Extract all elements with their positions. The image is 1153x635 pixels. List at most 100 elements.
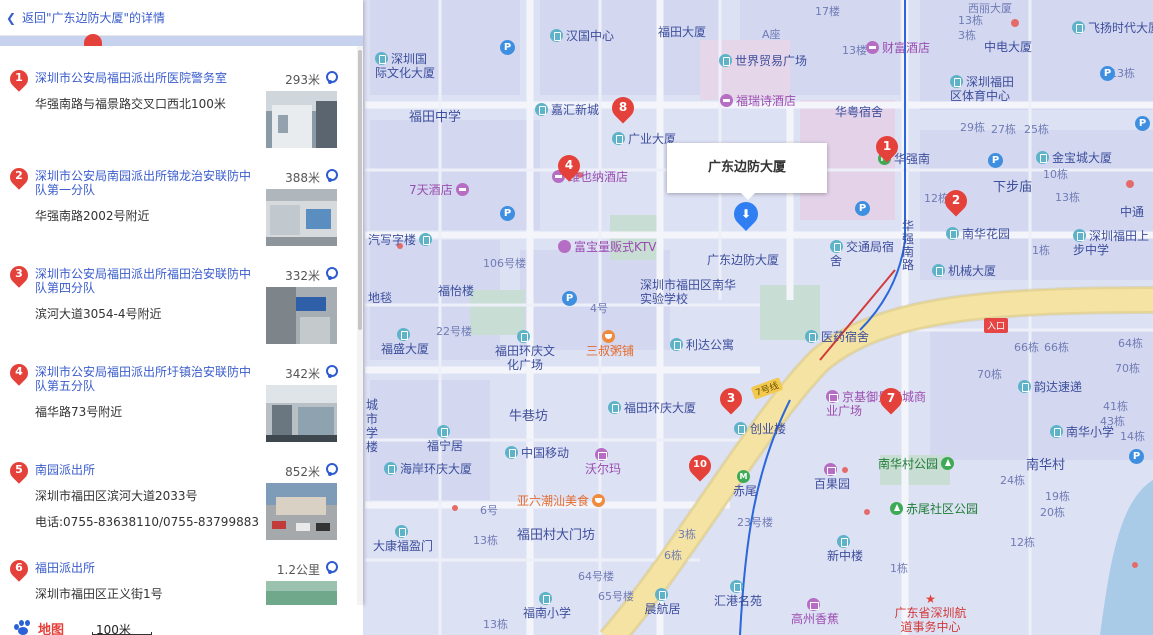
poi-huanqing-plaza[interactable]: 福田环庆文化广场 bbox=[495, 330, 555, 372]
poi-chiwei-station[interactable]: 赤尾 bbox=[730, 470, 760, 498]
poi-nanhua-garden[interactable]: 南华花园 bbox=[946, 227, 1010, 241]
poi-chiwei-park[interactable]: 赤尾社区公园 bbox=[890, 502, 978, 516]
poi-jinbaocheng[interactable]: 金宝城大厦 bbox=[1036, 151, 1116, 165]
poi-haian-huanqing[interactable]: 海岸环庆大厦 bbox=[384, 462, 472, 476]
poi-huigang[interactable]: 汇港名苑 bbox=[708, 580, 768, 608]
poi-nanhuacun[interactable]: 南华村 bbox=[1026, 459, 1065, 473]
poi-yiyao[interactable]: 医药宿舍 bbox=[805, 330, 869, 344]
poi-fuyi[interactable]: 福怡楼 bbox=[438, 284, 474, 298]
poi-feiyang[interactable]: 飞扬时代大厦 bbox=[1072, 21, 1153, 35]
result-title[interactable]: 福田派出所 bbox=[35, 561, 257, 575]
poi-chuangye[interactable]: 创业楼 bbox=[734, 422, 786, 436]
poi-funing[interactable]: 福宁居 bbox=[420, 425, 470, 453]
parking-icon[interactable]: P bbox=[1129, 449, 1144, 464]
selected-location-pin[interactable]: ⬇ bbox=[729, 197, 763, 234]
baidu-map-logo[interactable]: 地图 bbox=[0, 617, 90, 635]
poi-huayue[interactable]: 华粤宿舍 bbox=[835, 105, 883, 119]
poi-xinzhong[interactable]: 新中楼 bbox=[825, 535, 865, 563]
poi-jiahui[interactable]: 嘉汇新城 bbox=[535, 103, 599, 117]
poi-chenhang[interactable]: 晨航居 bbox=[640, 588, 685, 616]
parking-icon[interactable]: P bbox=[500, 206, 515, 221]
poi-nanhua-school[interactable]: 深圳市福田区南华实验学校 bbox=[640, 278, 740, 306]
poi-futiancun-damen[interactable]: 福田村大门坊 bbox=[517, 529, 595, 543]
poi-jingji-yujing[interactable]: 京基御景华城商业广场 bbox=[826, 390, 926, 418]
result-item-5[interactable]: 5 南园派出所 852米 深圳市福田区滨河大道2033号 电话:0755-836… bbox=[0, 438, 356, 540]
poi-zhongdian[interactable]: 中电大厦 bbox=[984, 40, 1032, 54]
poi-gaozhou-banana[interactable]: 高州香蕉 bbox=[785, 598, 845, 626]
poi-guangdong-bianfang[interactable]: 广东边防大厦 bbox=[707, 253, 779, 267]
locate-icon[interactable] bbox=[325, 561, 338, 575]
poi-walmart[interactable]: 沃尔玛 bbox=[583, 448, 623, 476]
map-pin-10[interactable]: 10 bbox=[684, 450, 716, 485]
poi-sanshu-porridge[interactable]: 三叔粥铺 bbox=[580, 330, 640, 358]
locate-icon[interactable] bbox=[325, 169, 338, 183]
poi-zhongtong[interactable]: 中通 bbox=[1120, 205, 1144, 219]
poi-futian-dasha[interactable]: 福田大厦 bbox=[658, 25, 706, 39]
locate-icon[interactable] bbox=[325, 365, 338, 379]
parking-icon[interactable]: P bbox=[1100, 66, 1115, 81]
parking-icon[interactable]: P bbox=[562, 291, 577, 306]
poi-7days-hotel[interactable]: 7天酒店 bbox=[409, 183, 472, 197]
poi-yunda[interactable]: 韵达速递 bbox=[1018, 380, 1082, 394]
map-pin-7[interactable]: 7 bbox=[875, 383, 907, 418]
map-pin-4[interactable]: 4 bbox=[553, 150, 585, 185]
result-thumbnail[interactable] bbox=[266, 287, 337, 344]
poi-chengshi[interactable]: 城市学楼 bbox=[366, 398, 386, 454]
poi-jiaotongju[interactable]: 交通局宿舍 bbox=[830, 240, 900, 268]
poi-funan-primary[interactable]: 福南小学 bbox=[517, 592, 577, 620]
poi-huanqing-dasha[interactable]: 福田环庆大厦 bbox=[608, 401, 696, 415]
poi-yaliu-food[interactable]: 亚六潮汕美食 bbox=[517, 494, 608, 508]
result-thumbnail[interactable] bbox=[266, 581, 337, 605]
result-thumbnail[interactable] bbox=[266, 483, 337, 540]
poi-tiyu-zhongxin[interactable]: 深圳福田区体育中心 bbox=[950, 75, 1020, 103]
poi-ditan[interactable]: 地毯 bbox=[368, 291, 392, 305]
result-thumbnail[interactable] bbox=[266, 385, 337, 442]
poi-shangbu-school[interactable]: 深圳福田上步中学 bbox=[1073, 229, 1153, 257]
result-title[interactable]: 深圳市公安局南园派出所锦龙治安联防中队第一分队 bbox=[35, 169, 257, 197]
result-thumbnail[interactable] bbox=[266, 91, 337, 148]
poi-dakang[interactable]: 大康福盈门 bbox=[368, 525, 438, 553]
result-title[interactable]: 深圳市公安局福田派出所福田治安联防中队第四分队 bbox=[35, 267, 257, 295]
locate-icon[interactable] bbox=[325, 267, 338, 281]
poi-jixie[interactable]: 机械大厦 bbox=[932, 264, 996, 278]
map-pin-1[interactable]: 1 bbox=[871, 131, 903, 166]
scrollbar-thumb[interactable] bbox=[358, 50, 362, 330]
result-title[interactable]: 南园派出所 bbox=[35, 463, 257, 477]
result-title[interactable]: 深圳市公安局福田派出所医院警务室 bbox=[35, 71, 257, 85]
parking-icon[interactable]: P bbox=[500, 40, 515, 55]
result-title[interactable]: 深圳市公安局福田派出所圩镇治安联防中队第五分队 bbox=[35, 365, 257, 393]
result-item-6[interactable]: 6 福田派出所 1.2公里 深圳市福田区正义街1号 bbox=[0, 536, 356, 605]
poi-world-trade[interactable]: 世界贸易广场 bbox=[719, 54, 807, 68]
result-item-1[interactable]: 1 深圳市公安局福田派出所医院警务室 293米 华强南路与福景路交叉口西北100… bbox=[0, 46, 356, 148]
result-item-2[interactable]: 2 深圳市公安局南园派出所锦龙治安联防中队第一分队 388米 华强南路2002号… bbox=[0, 144, 356, 246]
poi-qixiezilou[interactable]: 汽写字楼 bbox=[368, 233, 435, 247]
poi-fubao-ktv[interactable]: 富宝量贩式KTV bbox=[558, 240, 656, 254]
result-item-4[interactable]: 4 深圳市公安局福田派出所圩镇治安联防中队第五分队 342米 福华路73号附近 bbox=[0, 340, 356, 442]
parking-icon[interactable]: P bbox=[988, 153, 1003, 168]
result-item-3[interactable]: 3 深圳市公安局福田派出所福田治安联防中队第四分队 332米 滨河大道3054-… bbox=[0, 242, 356, 344]
poi-baiguoyuan[interactable]: 百果园 bbox=[812, 463, 852, 491]
poi-furuishi-hotel[interactable]: 福瑞诗酒店 bbox=[720, 94, 796, 108]
poi-fusheng[interactable]: 福盛大厦 bbox=[375, 328, 435, 356]
results-scrollbar[interactable] bbox=[357, 46, 363, 605]
poi-caifu-hotel[interactable]: 财富酒店 bbox=[866, 41, 930, 55]
poi-hanguo-center[interactable]: 汉国中心 bbox=[550, 29, 614, 43]
poi-china-mobile[interactable]: 中国移动 bbox=[505, 446, 569, 460]
poi-guoji-wenhua[interactable]: 深圳国际文化大厦 bbox=[375, 52, 435, 80]
map-pin-2[interactable]: 2 bbox=[940, 185, 972, 220]
poi-hangdao-center[interactable]: ★ 广东省深圳航道事务中心 bbox=[893, 592, 968, 634]
poi-xiabumiao[interactable]: 下步庙 bbox=[993, 181, 1032, 195]
parking-icon[interactable]: P bbox=[855, 201, 870, 216]
poi-futian-middle-school[interactable]: 福田中学 bbox=[409, 111, 461, 125]
locate-icon[interactable] bbox=[325, 463, 338, 477]
locate-icon[interactable] bbox=[325, 71, 338, 85]
poi-lida[interactable]: 利达公寓 bbox=[670, 338, 734, 352]
poi-niuxiangfang[interactable]: 牛巷坊 bbox=[509, 410, 548, 424]
parking-icon[interactable]: P bbox=[1135, 116, 1150, 131]
location-callout[interactable]: 广东边防大厦 bbox=[667, 143, 827, 200]
map-pin-3[interactable]: 3 bbox=[715, 383, 747, 418]
poi-nanhuacun-park[interactable]: 南华村公园 bbox=[878, 457, 957, 471]
back-link[interactable]: ❮ 返回"广东边防大厦"的详情 bbox=[0, 0, 363, 36]
map-pin-8[interactable]: 8 bbox=[607, 92, 639, 127]
result-thumbnail[interactable] bbox=[266, 189, 337, 246]
